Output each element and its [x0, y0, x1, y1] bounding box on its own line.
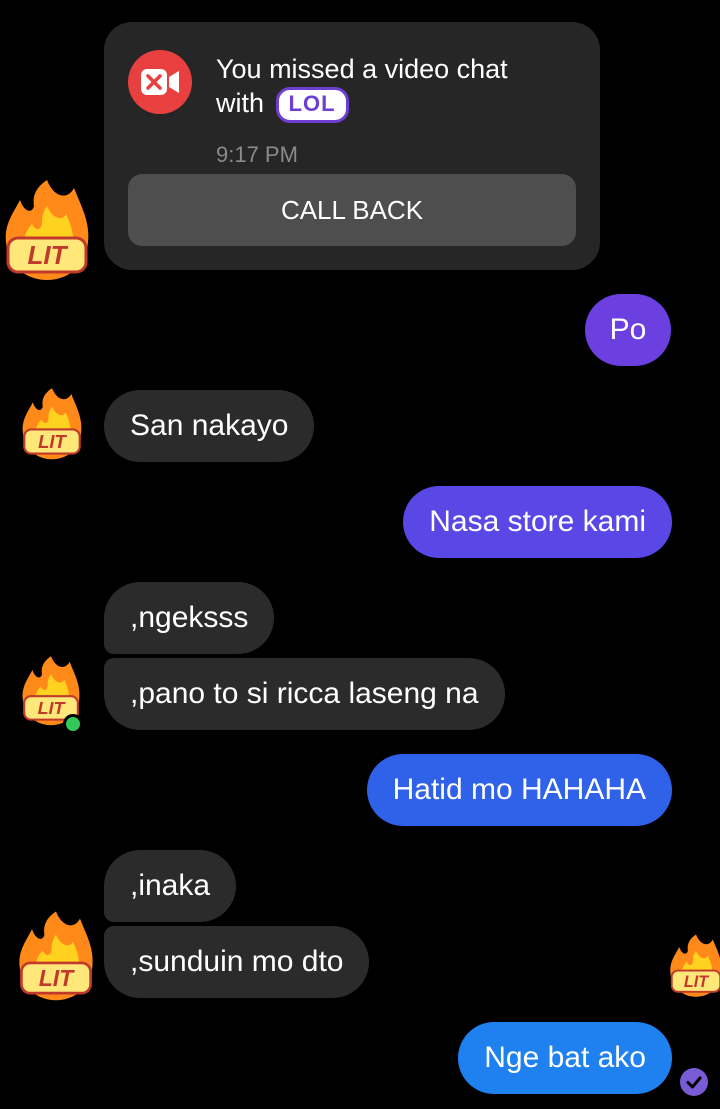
message-text: ,sunduin mo dto [130, 945, 344, 978]
missed-call-text: You missed a video chat with LOL [216, 52, 556, 123]
message-bubble-incoming[interactable]: ,pano to si ricca laseng na [104, 658, 505, 730]
message-text: ,inaka [130, 869, 211, 902]
lit-sticker-text: LIT [38, 698, 67, 718]
message-text: Nge bat ako [484, 1041, 646, 1074]
message-bubble-incoming[interactable]: San nakayo [104, 390, 315, 462]
message-bubble-incoming[interactable]: ,ngeksss [104, 582, 275, 654]
missed-call-label: You missed a video chat with [216, 54, 508, 118]
message-text: San nakayo [130, 409, 289, 442]
lit-sticker-text: LIT [38, 431, 67, 452]
message-text: Nasa store kami [429, 505, 646, 538]
missed-call-time: 9:17 PM [216, 142, 298, 167]
message-text: Po [609, 313, 647, 346]
message-bubble-incoming[interactable]: ,inaka [104, 850, 237, 922]
message-bubble-incoming[interactable]: ,sunduin mo dto [104, 926, 370, 998]
lit-fire-sticker: LIT [19, 911, 93, 1001]
lit-sticker-text: LIT [684, 973, 709, 991]
lit-sticker-text: LIT [39, 965, 75, 991]
read-receipt-lit-sticker: LIT [670, 934, 720, 997]
call-back-button[interactable]: CALL BACK [128, 174, 576, 246]
lit-sticker-text: LIT [28, 240, 69, 270]
message-text: ,pano to si ricca laseng na [130, 677, 479, 710]
seen-check-icon [680, 1068, 708, 1096]
message-bubble-outgoing[interactable]: Po [585, 294, 671, 366]
online-status-dot [63, 714, 83, 734]
message-bubble-outgoing[interactable]: Nasa store kami [403, 486, 672, 558]
message-text: Hatid mo HAHAHA [392, 773, 646, 806]
lit-fire-sticker: LIT [5, 180, 89, 280]
lit-fire-sticker: LIT [22, 388, 82, 460]
lol-sticker: LOL [275, 86, 349, 123]
missed-video-call-icon [128, 50, 192, 114]
missed-call-card: You missed a video chat with LOL 9:17 PM… [104, 22, 600, 270]
message-bubble-outgoing[interactable]: Hatid mo HAHAHA [366, 754, 672, 826]
message-text: ,ngeksss [130, 601, 249, 634]
message-bubble-outgoing[interactable]: Nge bat ako [458, 1022, 672, 1094]
